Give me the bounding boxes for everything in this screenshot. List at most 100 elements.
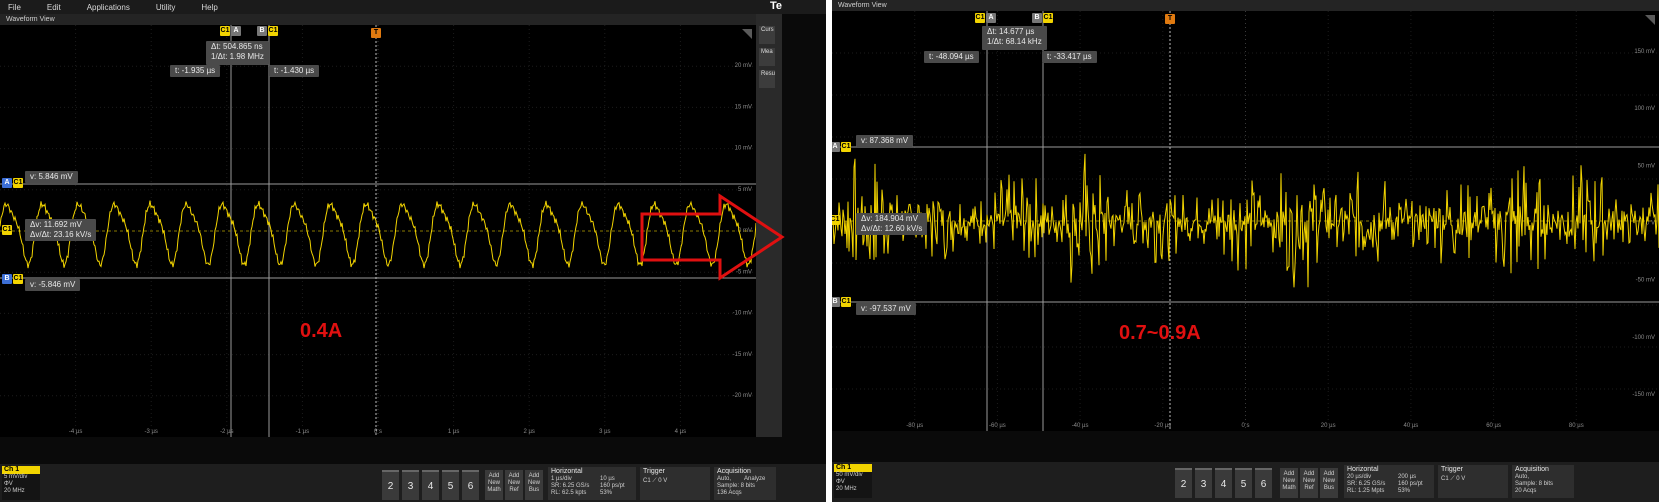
cursor-a-badge[interactable]: A xyxy=(231,26,241,36)
add-bus-line-2-right: New xyxy=(1322,478,1335,484)
y-tick-label: 20 mV xyxy=(735,63,752,69)
horizontal-resolution: 160 ps/pt xyxy=(600,483,625,489)
x-tick-label: 1 µs xyxy=(448,429,459,435)
acquisition-settings-badge[interactable]: Acquisition Auto, Sample: 8 bits 136 Acq… xyxy=(714,467,776,500)
cursor-a-badge-right[interactable]: A xyxy=(986,13,996,23)
waveform-plot-right[interactable]: 150 mV 100 mV 50 mV 0 V -50 mV -100 mV -150 mV… xyxy=(832,11,1659,431)
cursor-b-badge[interactable]: B xyxy=(257,26,267,36)
add-new-ref-button-right[interactable]: Add New Ref xyxy=(1300,468,1318,498)
trigger-settings-badge-right[interactable]: Trigger C1 ⟋ 0 V xyxy=(1438,465,1508,498)
channel-5-button-right[interactable]: 5 xyxy=(1235,468,1252,498)
trigger-position-marker[interactable]: T xyxy=(371,28,381,38)
trigger-position-marker-right[interactable]: T xyxy=(1165,14,1175,24)
cursor-b-level-badge[interactable]: B xyxy=(2,274,12,284)
add-bus-line-3-right: Bus xyxy=(1323,485,1335,491)
channel-1-offset: ΦV xyxy=(4,481,13,487)
x-tick-label: 4 µs xyxy=(675,429,686,435)
add-new-math-button-right[interactable]: Add New Math xyxy=(1280,468,1298,498)
side-results-button[interactable]: Resu xyxy=(759,70,775,88)
cursor-b-badge-right[interactable]: B xyxy=(1032,13,1042,23)
channel-2-button-right[interactable]: 2 xyxy=(1175,468,1192,498)
cursor-b-time-readout: t: -1.430 µs xyxy=(269,65,320,77)
cursor-b-time-readout-right: t: -33.417 µs xyxy=(1042,51,1097,63)
cursor-a-level-badge[interactable]: A xyxy=(2,178,12,188)
trigger-settings-badge[interactable]: Trigger C1 ⟋ 0 V xyxy=(640,467,710,500)
trigger-title-right: Trigger xyxy=(1441,466,1463,473)
menu-file[interactable]: File xyxy=(8,3,21,12)
control-bar-right: Ch 1 50 mV/div ΦV 20 MHz 2 3 4 5 6 Add Ne… xyxy=(832,462,1659,502)
horizontal-title-right: Horizontal xyxy=(1347,466,1379,473)
channel-2-button[interactable]: 2 xyxy=(382,470,399,500)
x-tick-label: -4 µs xyxy=(69,429,82,435)
channel-1-label-right: Ch 1 xyxy=(836,464,852,471)
channel-1-offset-marker[interactable]: C1 xyxy=(2,225,12,235)
channel-5-button[interactable]: 5 xyxy=(442,470,459,500)
channel-4-button-right[interactable]: 4 xyxy=(1215,468,1232,498)
delta-v-value-right: Δv: 184.904 mV xyxy=(861,214,918,223)
channel-1-badge-right[interactable]: Ch 1 50 mV/div ΦV 20 MHz xyxy=(834,464,872,498)
horizontal-settings-badge-right[interactable]: Horizontal 20 µs/div SR: 6.25 GS/s RL: 1… xyxy=(1344,465,1434,498)
x-tick-label: 0 s xyxy=(374,429,382,435)
horizontal-record-length: RL: 62.5 kpts xyxy=(551,490,587,496)
waveform-view-title: Waveform View xyxy=(0,14,756,25)
cursor-a-level-channel-badge[interactable]: C1 xyxy=(13,178,23,188)
y-tick-label: -100 mV xyxy=(1632,335,1655,341)
y-tick-label: -150 mV xyxy=(1632,392,1655,398)
delta-v-value: Δv: 11.692 mV xyxy=(30,220,82,229)
channel-4-button[interactable]: 4 xyxy=(422,470,439,500)
add-math-line-1: Add xyxy=(488,473,500,479)
acquisition-title: Acquisition xyxy=(717,468,751,475)
menu-utility[interactable]: Utility xyxy=(156,3,176,12)
current-annotation-right: 0.7~0.9A xyxy=(1119,322,1201,344)
cursor-b-level-badge-right[interactable]: B xyxy=(832,297,840,307)
cursor-a-time-readout: t: -1.935 µs xyxy=(170,65,221,77)
delta-v-readout-right: Δv: 184.904 mV Δv/Δt: 12.60 kV/s xyxy=(856,213,928,235)
cursor-a-voltage-readout-right: v: 87.368 mV xyxy=(856,135,914,147)
trigger-condition-right: C1 ⟋ 0 V xyxy=(1441,476,1466,482)
channel-3-button-right[interactable]: 3 xyxy=(1195,468,1212,498)
cursor-a-level-channel-badge-right[interactable]: C1 xyxy=(841,142,851,152)
acquisition-settings-badge-right[interactable]: Acquisition Auto, Sample: 8 bits 20 Acqs xyxy=(1512,465,1574,498)
right-scope-screen: Waveform View 150 mV 100 mV 50 mV 0 V -50 mV… xyxy=(832,0,1659,502)
add-new-bus-button[interactable]: Add New Bus xyxy=(525,470,543,500)
menu-help[interactable]: Help xyxy=(201,3,217,12)
trigger-title: Trigger xyxy=(643,468,665,475)
channel-3-button[interactable]: 3 xyxy=(402,470,419,500)
x-tick-label: 0 s xyxy=(1241,423,1249,429)
cursor-b-level-channel-badge[interactable]: C1 xyxy=(13,274,23,284)
channel-6-button[interactable]: 6 xyxy=(462,470,479,500)
horizontal-settings-badge[interactable]: Horizontal 1 µs/div SR: 6.25 GS/s RL: 62… xyxy=(548,467,636,500)
horizontal-duration: 10 µs xyxy=(600,476,615,482)
acquisition-count: 136 Acqs xyxy=(717,490,742,496)
cursor-b-level-channel-badge-right[interactable]: C1 xyxy=(841,297,851,307)
cursor-a-channel-badge[interactable]: C1 xyxy=(220,26,230,36)
channel-1-badge[interactable]: Ch 1 5 mV/div ΦV 20 MHz xyxy=(2,466,40,500)
menu-edit[interactable]: Edit xyxy=(47,3,61,12)
add-new-bus-button-right[interactable]: Add New Bus xyxy=(1320,468,1338,498)
y-tick-label: 10 mV xyxy=(735,146,752,152)
horizontal-sample-rate-right: SR: 6.25 GS/s xyxy=(1347,481,1386,487)
side-measure-button[interactable]: Mea xyxy=(759,48,775,66)
menu-applications[interactable]: Applications xyxy=(87,3,130,12)
cursor-b-channel-badge[interactable]: C1 xyxy=(268,26,278,36)
x-tick-label: 40 µs xyxy=(1403,423,1418,429)
channel-6-button-right[interactable]: 6 xyxy=(1255,468,1272,498)
cursor-b-channel-badge-right[interactable]: C1 xyxy=(1043,13,1053,23)
horizontal-duration-right: 200 µs xyxy=(1398,474,1417,480)
cursor-a-level-badge-right[interactable]: A xyxy=(832,142,840,152)
inverse-delta-t-value: 1/Δt: 1.98 MHz xyxy=(211,52,264,61)
menu-bar: File Edit Applications Utility Help xyxy=(0,0,826,14)
add-math-line-3-right: Math xyxy=(1282,485,1296,491)
add-new-math-button[interactable]: Add New Math xyxy=(485,470,503,500)
add-bus-line-1-right: Add xyxy=(1323,471,1335,477)
add-new-ref-button[interactable]: Add New Ref xyxy=(505,470,523,500)
add-math-line-3: Math xyxy=(487,487,501,493)
horizontal-resolution-right: 160 ps/pt xyxy=(1398,481,1423,487)
horizontal-sample-rate: SR: 6.25 GS/s xyxy=(551,483,590,489)
y-tick-label: 50 mV xyxy=(1638,163,1655,169)
cursor-a-channel-badge-right[interactable]: C1 xyxy=(975,13,985,23)
cursor-b-voltage-readout-right: v: -97.537 mV xyxy=(856,303,916,315)
acquisition-title-right: Acquisition xyxy=(1515,466,1549,473)
side-cursors-button[interactable]: Curs xyxy=(759,26,775,44)
channel-1-scale-right: 50 mV/div xyxy=(836,472,863,478)
